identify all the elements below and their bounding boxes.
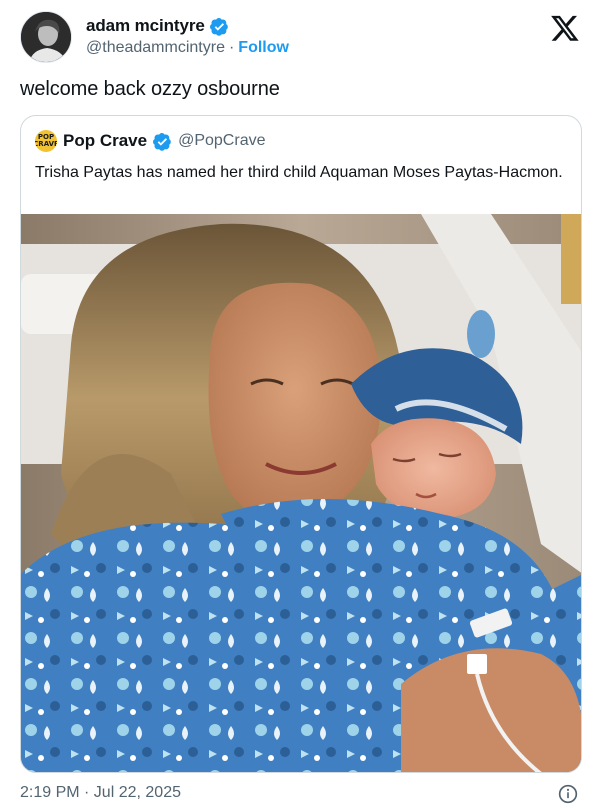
handle-separator: · [228, 39, 235, 56]
author-name-row: adam mcintyre [86, 15, 229, 37]
tweet-timestamp[interactable]: 2:19 PM · Jul 22, 2025 [20, 784, 181, 802]
quoted-header: POP CRAVE Pop Crave @PopCrave [35, 130, 265, 152]
author-display-name[interactable]: adam mcintyre [86, 16, 205, 36]
quoted-display-name[interactable]: Pop Crave [63, 131, 147, 151]
verified-badge-icon [153, 132, 172, 151]
tweet-card: adam mcintyre @theadammcintyre · Follow … [0, 0, 600, 811]
quoted-avatar-logo: POP CRAVE [35, 133, 57, 148]
author-handle-row: @theadammcintyre · Follow [86, 39, 289, 57]
quoted-photo[interactable] [21, 214, 581, 772]
tweet-header: adam mcintyre @theadammcintyre · Follow [20, 11, 580, 65]
x-logo-icon[interactable] [550, 13, 580, 43]
info-icon[interactable] [558, 784, 578, 804]
quoted-text: Trisha Paytas has named her third child … [35, 164, 563, 181]
verified-badge-icon [209, 17, 229, 36]
author-avatar[interactable] [20, 11, 72, 63]
tweet-text: welcome back ozzy osbourne [20, 78, 280, 100]
author-handle[interactable]: @theadammcintyre [86, 39, 225, 57]
follow-button[interactable]: Follow [238, 39, 289, 57]
quoted-avatar[interactable]: POP CRAVE [35, 130, 57, 152]
quoted-tweet[interactable]: POP CRAVE Pop Crave @PopCrave Trisha Pay… [20, 115, 582, 773]
quoted-handle[interactable]: @PopCrave [178, 132, 265, 150]
photo-illustration [21, 214, 581, 772]
